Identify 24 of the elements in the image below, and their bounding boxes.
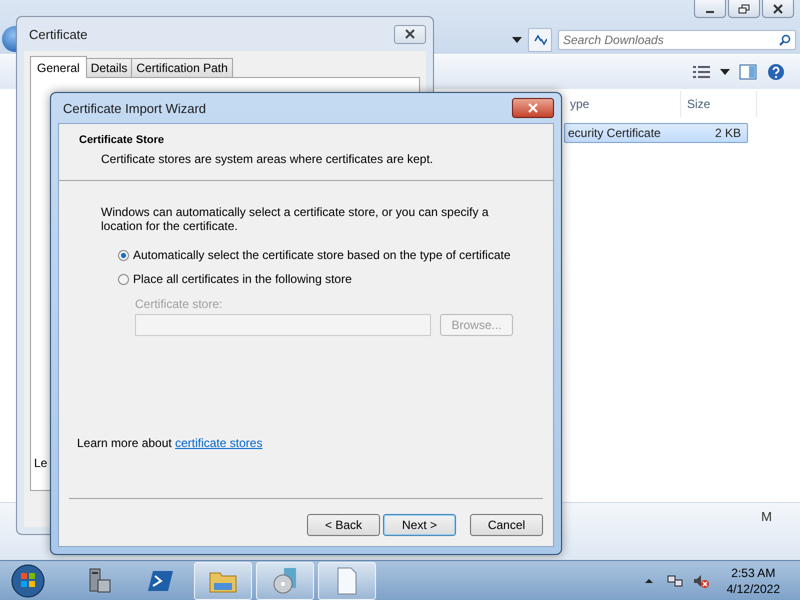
radio-option[interactable]: Automatically select the certificate store based on the type of certificate: [118, 243, 523, 267]
clock-date[interactable]: 4/12/2022: [726, 582, 780, 596]
window-title: Certificate: [29, 26, 88, 42]
column-header[interactable]: ype: [564, 91, 681, 117]
panel-text: Le: [34, 456, 48, 470]
file-row[interactable]: ecurity Certificate 2 KB: [564, 123, 748, 143]
learn-more-text: Learn more about certificate stores: [77, 436, 262, 450]
page-heading: Certificate Store: [79, 134, 165, 146]
radio-option[interactable]: Place all certificates in the following store: [118, 267, 523, 291]
tab[interactable]: Details: [86, 58, 132, 77]
intro-text: Windows can automatically select a certificate store, or you can specify a location for the certificate.: [101, 205, 490, 233]
window-title: Certificate Import Wizard: [63, 100, 206, 116]
details-text: M: [761, 509, 772, 526]
dialog-button[interactable]: Next >: [383, 514, 456, 536]
column-header[interactable]: Size: [681, 91, 757, 117]
clock-time[interactable]: 2:53 AM: [731, 566, 776, 580]
page-description: Certificate stores are system areas where certificates are kept.: [100, 152, 434, 166]
learn-more-link[interactable]: certificate stores: [175, 436, 262, 450]
search-field[interactable]: Search Downloads: [558, 30, 796, 50]
tab[interactable]: Certification Path: [131, 58, 233, 77]
tab[interactable]: General: [30, 56, 87, 78]
dialog-button[interactable]: Cancel: [470, 514, 543, 536]
field-label: Certificate store:: [135, 297, 224, 311]
dialog-button[interactable]: < Back: [307, 514, 380, 536]
